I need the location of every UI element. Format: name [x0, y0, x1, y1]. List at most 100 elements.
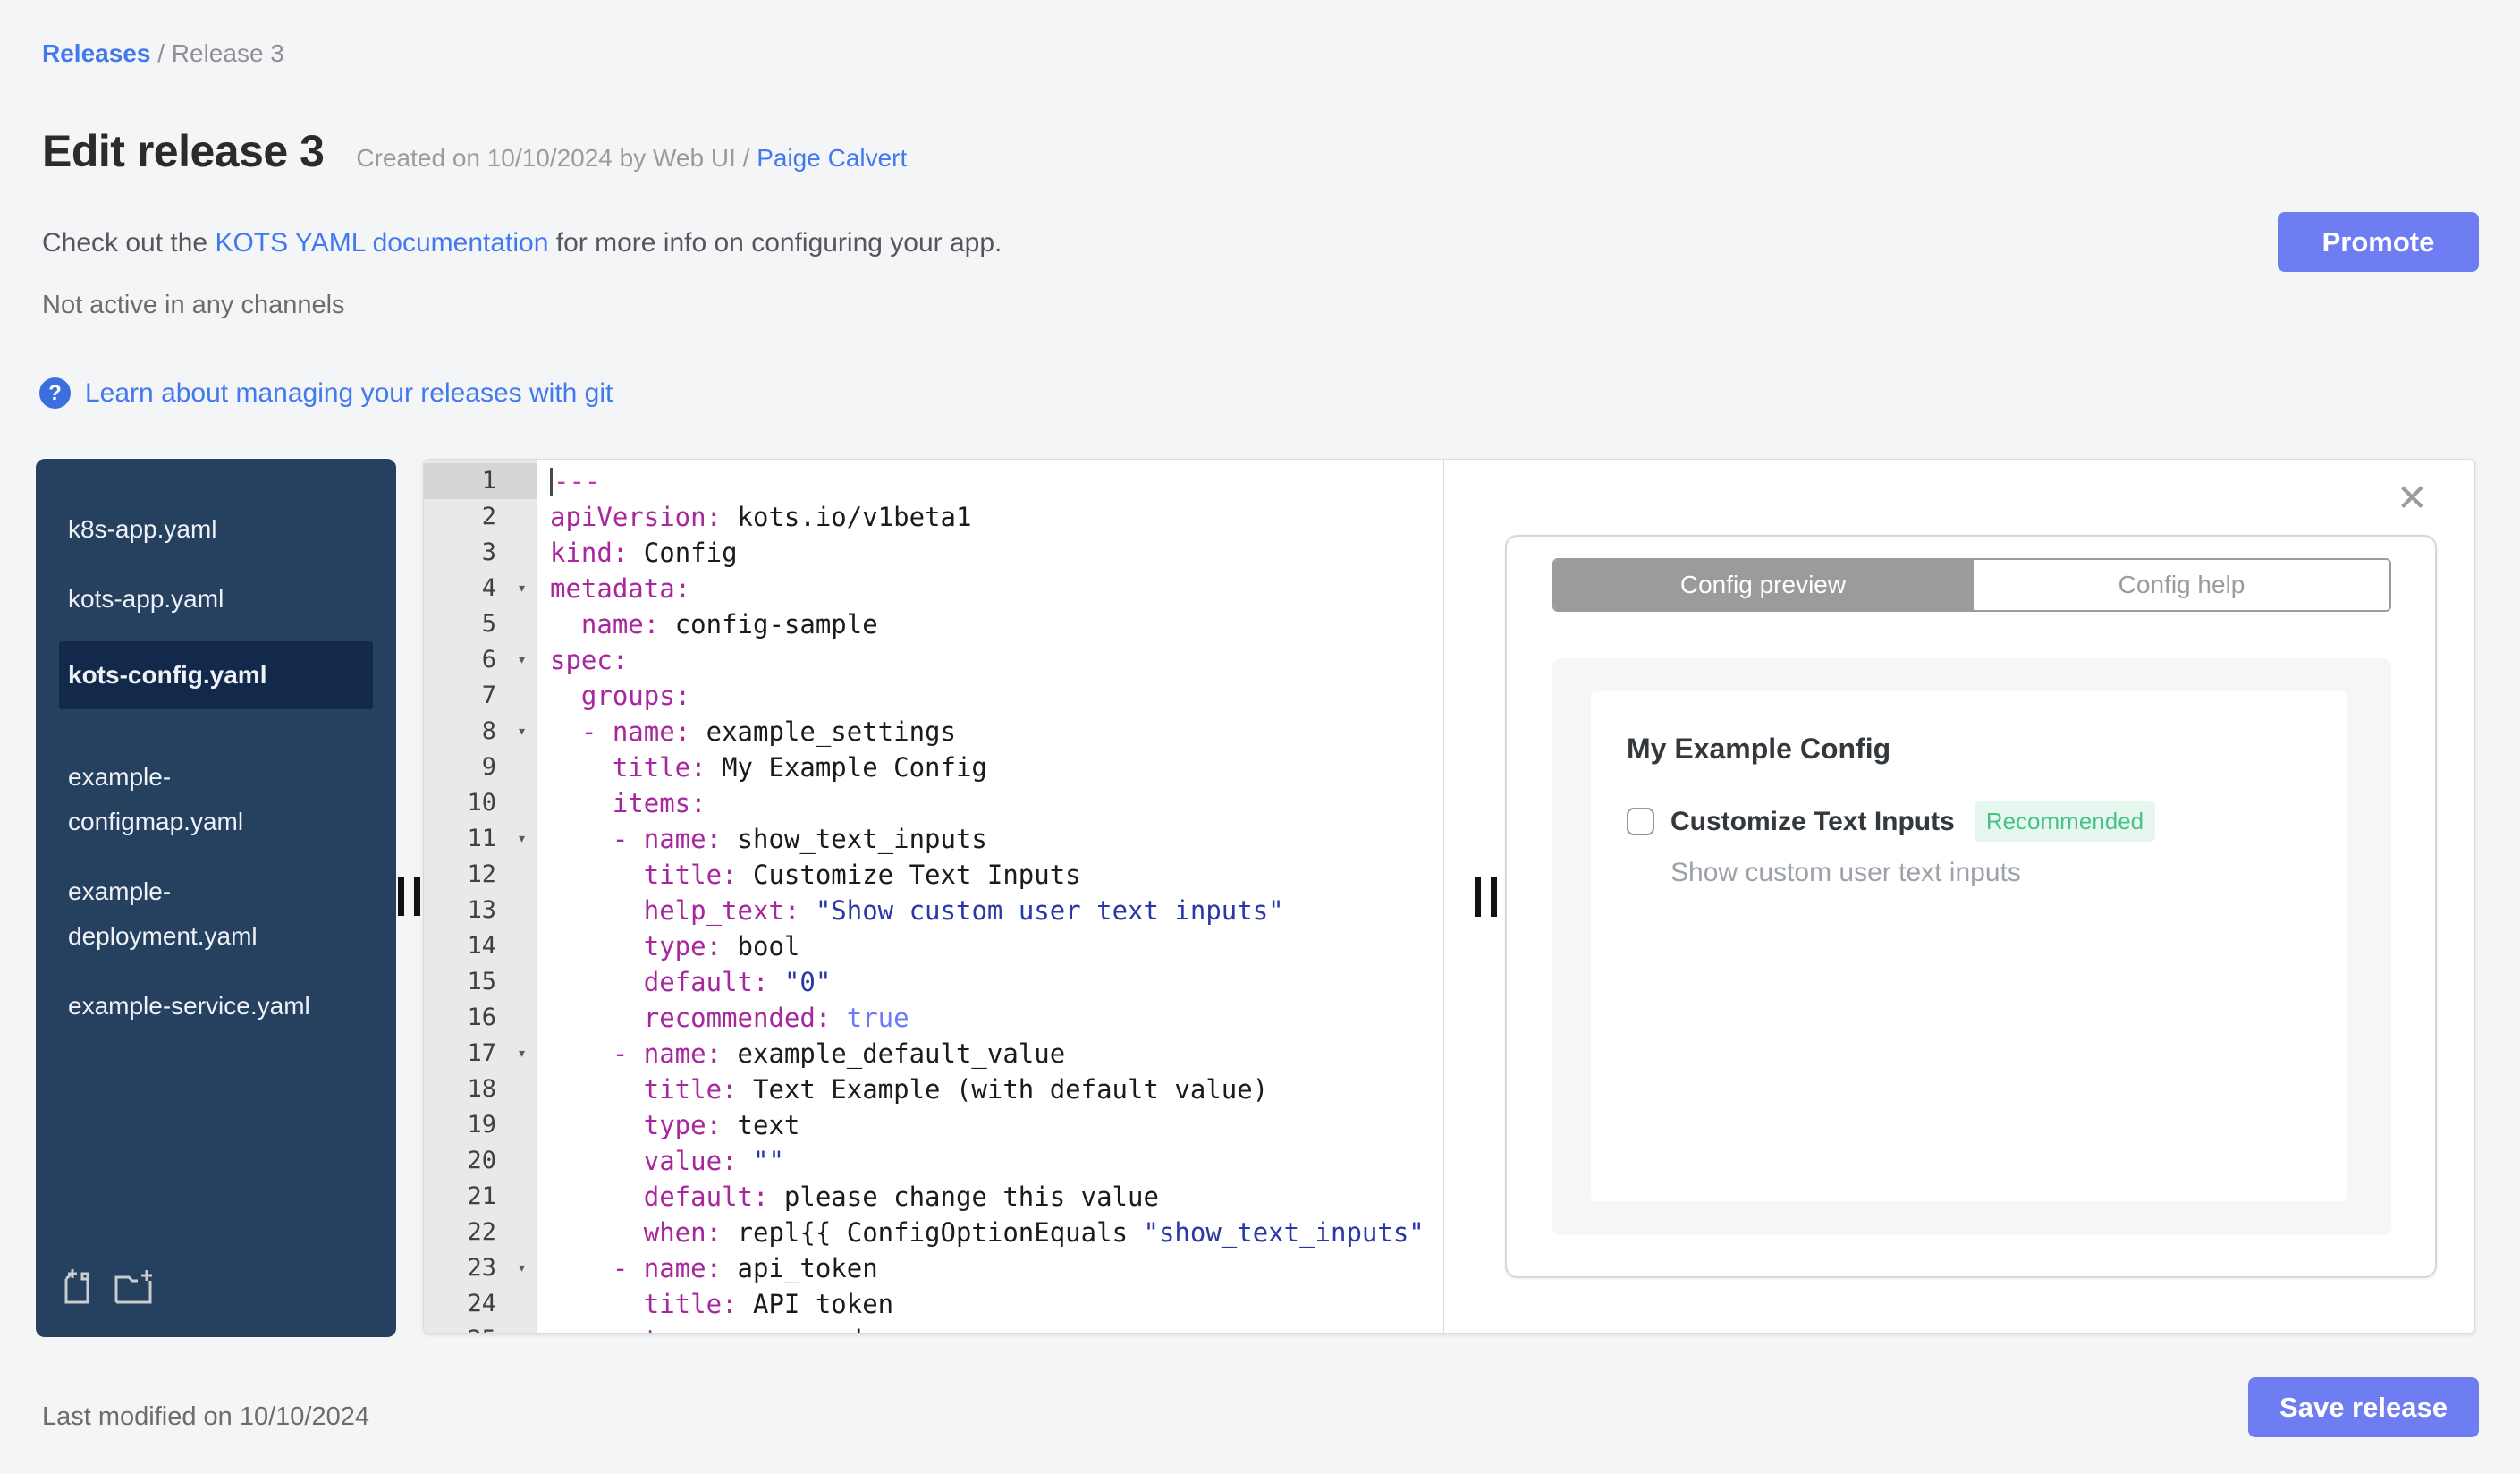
breadcrumb-separator: /: [157, 39, 165, 67]
preview-resize-handle[interactable]: [1475, 877, 1498, 917]
code-line[interactable]: 2 apiVersion: kots.io/v1beta1: [424, 499, 1443, 535]
code-text: default: please change this value: [643, 1182, 1159, 1212]
kots-yaml-docs-link[interactable]: KOTS YAML documentation: [215, 228, 548, 258]
code-line[interactable]: 3 kind: Config: [424, 535, 1443, 571]
file-tree-item[interactable]: kots-app.yaml: [59, 572, 373, 627]
line-number: 2: [481, 503, 496, 530]
code-text: - name: show_text_inputs: [612, 824, 987, 854]
fold-arrow-icon[interactable]: ▾: [517, 1250, 527, 1286]
git-help-row: ? Learn about managing your releases wit…: [39, 377, 613, 409]
breadcrumb: Releases / Release 3: [42, 39, 284, 68]
customize-text-inputs-checkbox[interactable]: [1627, 808, 1654, 835]
code-line[interactable]: 24 title: API token: [424, 1286, 1443, 1322]
add-folder-icon[interactable]: [113, 1268, 154, 1310]
code-line[interactable]: 18 title: Text Example (with default val…: [424, 1072, 1443, 1107]
line-number: 19: [467, 1111, 496, 1139]
fold-arrow-icon[interactable]: ▾: [517, 714, 527, 750]
breadcrumb-current: Release 3: [171, 39, 284, 67]
fold-arrow-icon[interactable]: ▾: [517, 1036, 527, 1072]
code-line[interactable]: 7 groups:: [424, 678, 1443, 714]
yaml-editor[interactable]: 1 --- 2 apiVersion: kots.io/v1beta1 3 kind: C…: [424, 460, 1444, 1333]
code-text: - name: example_settings: [580, 716, 956, 747]
file-tree-item[interactable]: k8s-app.yaml: [59, 502, 373, 557]
code-text: value: "": [643, 1146, 784, 1176]
code-line[interactable]: 13 help_text: "Show custom user text inp…: [424, 893, 1443, 928]
preview-tabs: Config preview Config help: [1552, 558, 2391, 612]
code-text: items:: [612, 788, 706, 818]
config-group-title: My Example Config: [1627, 733, 1891, 765]
line-number: 6 ▾: [424, 642, 537, 678]
code-line[interactable]: 20 value: "": [424, 1143, 1443, 1179]
config-area: My Example Config Customize Text Inputs …: [1552, 658, 2391, 1235]
save-release-button[interactable]: Save release: [2248, 1377, 2479, 1437]
git-releases-link[interactable]: Learn about managing your releases with …: [85, 378, 613, 409]
line-number: 15: [467, 968, 496, 995]
line-number: 10: [467, 789, 496, 817]
config-item-help: Show custom user text inputs: [1670, 858, 2021, 887]
code-line[interactable]: 17 ▾ - name: example_default_value: [424, 1036, 1443, 1072]
line-number: 25: [424, 1322, 537, 1333]
add-file-icon[interactable]: [59, 1268, 97, 1310]
channel-status: Not active in any channels: [42, 291, 345, 319]
code-line[interactable]: 15 default: "0": [424, 964, 1443, 1000]
config-item-label: Customize Text Inputs: [1670, 806, 1955, 836]
code-line[interactable]: 9 title: My Example Config: [424, 750, 1443, 785]
code-line[interactable]: 1 ---: [424, 463, 1443, 499]
file-list: k8s-app.yaml kots-app.yaml kots-config.yam…: [59, 502, 373, 1048]
line-number: 14: [467, 932, 496, 960]
close-preview-icon[interactable]: ✕: [2397, 479, 2428, 517]
line-number: 13: [467, 896, 496, 924]
code-text: spec:: [550, 645, 629, 675]
code-line[interactable]: 23 ▾ - name: api_token: [424, 1250, 1443, 1286]
sidebar-resize-handle[interactable]: [398, 877, 421, 916]
fold-arrow-icon[interactable]: ▾: [517, 821, 527, 857]
fold-arrow-icon[interactable]: ▾: [517, 571, 527, 606]
breadcrumb-releases-link[interactable]: Releases: [42, 39, 150, 67]
file-tree-item[interactable]: kots-config.yaml: [59, 641, 373, 709]
line-number: 8 ▾: [424, 714, 537, 750]
code-line[interactable]: 6 ▾ spec:: [424, 642, 1443, 678]
file-tree-item[interactable]: example-deployment.yaml: [59, 864, 373, 964]
promote-button[interactable]: Promote: [2278, 212, 2479, 272]
code-line[interactable]: 14 type: bool: [424, 928, 1443, 964]
line-number: 5: [481, 610, 496, 638]
line-number: 3: [481, 538, 496, 566]
release-editor: k8s-app.yaml kots-app.yaml kots-config.yam…: [0, 459, 2520, 1337]
file-tree-item[interactable]: example-configmap.yaml: [59, 750, 373, 850]
code-text: type: bool: [643, 931, 800, 961]
created-meta: Created on 10/10/2024 by Web UI / Paige …: [356, 144, 908, 172]
author-link[interactable]: Paige Calvert: [757, 144, 907, 172]
line-number: 23 ▾: [424, 1250, 537, 1286]
last-modified-label: Last modified on 10/10/2024: [42, 1402, 369, 1431]
code-line[interactable]: 25 type: password: [424, 1322, 1443, 1333]
code-line[interactable]: 12 title: Customize Text Inputs: [424, 857, 1443, 893]
code-text: title: My Example Config: [612, 752, 987, 783]
tab-config-preview[interactable]: Config preview: [1554, 560, 1972, 610]
code-text: type: text: [643, 1110, 800, 1140]
line-number: 1: [424, 463, 537, 499]
code-text: - name: example_default_value: [612, 1038, 1066, 1069]
code-line[interactable]: 5 name: config-sample: [424, 606, 1443, 642]
code-line[interactable]: 22 when: repl{{ ConfigOptionEquals "show…: [424, 1215, 1443, 1250]
file-tree-item[interactable]: example-service.yaml: [59, 978, 373, 1034]
fold-arrow-icon[interactable]: ▾: [517, 642, 527, 678]
code-line[interactable]: 21 default: please change this value: [424, 1179, 1443, 1215]
code-text: groups:: [580, 681, 691, 711]
text-cursor: [550, 468, 553, 496]
code-line[interactable]: 11 ▾ - name: show_text_inputs: [424, 821, 1443, 857]
title-row: Edit release 3 Created on 10/10/2024 by …: [42, 125, 907, 177]
line-number: 9: [481, 753, 496, 781]
code-line[interactable]: 16 recommended: true: [424, 1000, 1443, 1036]
line-number: 12: [467, 860, 496, 888]
code-line[interactable]: 19 type: text: [424, 1107, 1443, 1143]
code-line[interactable]: 4 ▾ metadata:: [424, 571, 1443, 606]
code-line[interactable]: 8 ▾ - name: example_settings: [424, 714, 1443, 750]
code-text: - name: api_token: [612, 1253, 878, 1283]
tab-config-help[interactable]: Config help: [1972, 560, 2389, 610]
page-title: Edit release 3: [42, 126, 325, 176]
code-text: metadata:: [550, 573, 691, 604]
code-text: kind: Config: [550, 538, 738, 568]
code-text: title: Text Example (with default value): [643, 1074, 1269, 1105]
code-text: type: password: [537, 1322, 862, 1333]
code-line[interactable]: 10 items:: [424, 785, 1443, 821]
